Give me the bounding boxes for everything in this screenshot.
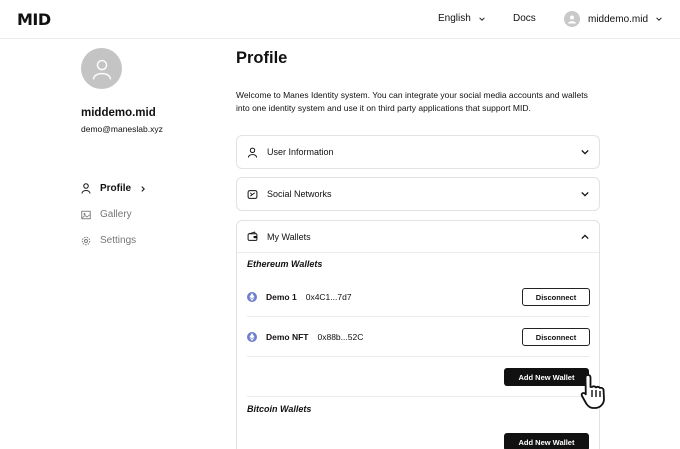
avatar: [564, 11, 580, 27]
top-header: MID English Docs middemo.mid: [0, 0, 680, 39]
social-networks-panel: Social Networks: [236, 177, 600, 211]
mid-logo[interactable]: MID: [17, 10, 51, 29]
profile-email: demo@maneslab.xyz: [81, 124, 163, 134]
user-silhouette-icon: [568, 15, 576, 24]
image-icon: [81, 210, 91, 219]
ethereum-icon: [247, 332, 257, 342]
wallet-name: Demo 1: [266, 292, 297, 302]
section-label: User Information: [267, 147, 334, 157]
row-divider: [247, 356, 590, 357]
disconnect-button[interactable]: Disconnect: [522, 288, 590, 306]
language-label: English: [438, 13, 471, 24]
user-icon: [81, 183, 91, 194]
wallet-name: Demo NFT: [266, 332, 309, 342]
user-information-header[interactable]: User Information: [237, 136, 599, 168]
sidebar-item-label: Settings: [100, 235, 137, 246]
chevron-down-icon: [479, 16, 485, 21]
docs-link[interactable]: Docs: [513, 13, 536, 24]
add-new-bitcoin-wallet-button[interactable]: Add New Wallet: [504, 433, 589, 449]
wallet-row: Demo NFT 0x88b...52C Disconnect: [247, 328, 590, 346]
profile-name: middemo.mid: [81, 107, 156, 119]
my-wallets-header[interactable]: My Wallets: [237, 221, 599, 253]
wallet-address: 0x4C1...7d7: [305, 292, 352, 302]
user-silhouette-icon: [92, 59, 111, 80]
language-selector[interactable]: English: [438, 13, 485, 24]
sidebar-item-label: Gallery: [100, 209, 132, 220]
row-divider: [247, 316, 590, 317]
wallet-address: 0x88b...52C: [317, 332, 364, 342]
gear-icon: [81, 236, 91, 245]
hand-cursor-icon: [580, 374, 605, 409]
chevron-down-icon: [656, 17, 662, 21]
chevron-right-icon: [141, 185, 146, 192]
user-icon: [247, 147, 258, 158]
section-divider: [247, 396, 590, 397]
chevron-down-icon: [581, 191, 589, 197]
sidebar-item-label: Profile: [100, 183, 132, 194]
wallet-icon: [247, 231, 258, 241]
social-networks-header[interactable]: Social Networks: [237, 178, 599, 210]
sidebar-item-profile[interactable]: Profile: [81, 183, 146, 194]
intro-text: Welcome to Manes Identity system. You ca…: [236, 90, 588, 113]
user-menu[interactable]: middemo.mid: [564, 11, 662, 27]
sidebar-item-settings[interactable]: Settings: [81, 235, 136, 246]
social-network-icon: [247, 189, 258, 199]
chevron-up-icon: [581, 233, 589, 239]
wallet-row: Demo 1 0x4C1...7d7 Disconnect: [247, 288, 590, 306]
ethereum-icon: [247, 292, 257, 302]
page-title: Profile: [236, 49, 288, 67]
profile-avatar: [81, 48, 122, 89]
add-new-ethereum-wallet-button[interactable]: Add New Wallet: [504, 368, 589, 386]
header-username: middemo.mid: [588, 13, 649, 25]
chevron-down-icon: [581, 149, 589, 155]
ethereum-wallets-title: Ethereum Wallets: [247, 259, 323, 269]
sidebar-item-gallery[interactable]: Gallery: [81, 209, 132, 220]
disconnect-button[interactable]: Disconnect: [522, 328, 590, 346]
bitcoin-wallets-title: Bitcoin Wallets: [247, 404, 312, 414]
section-label: Social Networks: [267, 189, 332, 199]
section-label: My Wallets: [267, 231, 311, 242]
user-information-panel: User Information: [236, 135, 600, 169]
